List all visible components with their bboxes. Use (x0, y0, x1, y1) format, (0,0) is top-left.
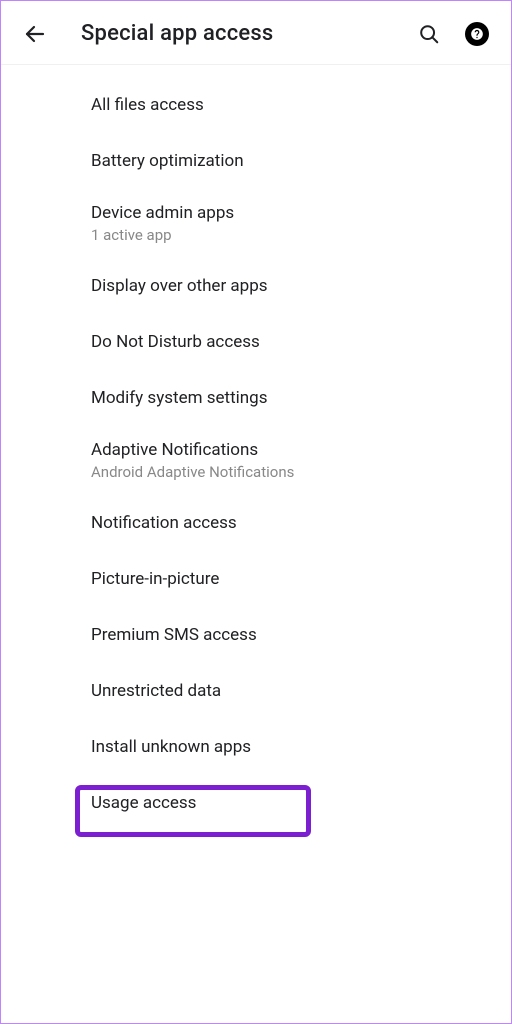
item-subtitle: 1 active app (91, 226, 511, 244)
item-title: Device admin apps (91, 203, 511, 223)
item-title: Adaptive Notifications (91, 440, 511, 460)
item-premium-sms-access[interactable]: Premium SMS access (1, 607, 511, 663)
item-display-over-other-apps[interactable]: Display over other apps (1, 258, 511, 314)
item-install-unknown-apps[interactable]: Install unknown apps (1, 719, 511, 775)
item-title: Display over other apps (91, 276, 511, 296)
item-title: Picture-in-picture (91, 569, 511, 589)
search-icon[interactable] (417, 22, 441, 46)
item-device-admin-apps[interactable]: Device admin apps 1 active app (1, 189, 511, 258)
item-do-not-disturb-access[interactable]: Do Not Disturb access (1, 314, 511, 370)
item-title: Premium SMS access (91, 625, 511, 645)
item-title: Do Not Disturb access (91, 332, 511, 352)
item-title: Install unknown apps (91, 737, 511, 757)
item-battery-optimization[interactable]: Battery optimization (1, 133, 511, 189)
item-title: Usage access (91, 793, 511, 813)
item-usage-access[interactable]: Usage access (1, 775, 511, 831)
item-all-files-access[interactable]: All files access (1, 77, 511, 133)
item-adaptive-notifications[interactable]: Adaptive Notifications Android Adaptive … (1, 426, 511, 495)
item-title: Modify system settings (91, 388, 511, 408)
item-unrestricted-data[interactable]: Unrestricted data (1, 663, 511, 719)
item-modify-system-settings[interactable]: Modify system settings (1, 370, 511, 426)
item-title: Notification access (91, 513, 511, 533)
item-notification-access[interactable]: Notification access (1, 495, 511, 551)
item-title: Battery optimization (91, 151, 511, 171)
back-icon[interactable] (23, 22, 47, 46)
page-title: Special app access (81, 21, 417, 46)
item-picture-in-picture[interactable]: Picture-in-picture (1, 551, 511, 607)
item-title: All files access (91, 95, 511, 115)
item-title: Unrestricted data (91, 681, 511, 701)
settings-list: All files access Battery optimization De… (1, 65, 511, 831)
help-icon[interactable] (465, 22, 489, 46)
item-subtitle: Android Adaptive Notifications (91, 463, 511, 481)
header: Special app access (1, 1, 511, 65)
